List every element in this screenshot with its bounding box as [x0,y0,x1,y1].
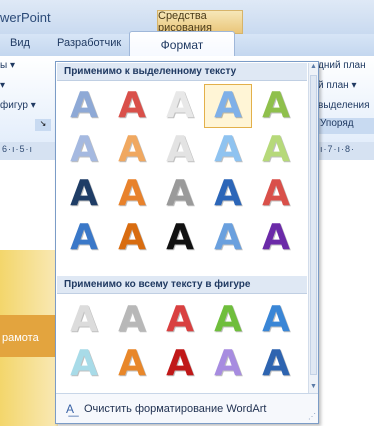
wordart-sample-glyph: A [214,85,242,126]
wordart-sample-glyph: A [70,299,98,340]
ribbon-left-item-3[interactable]: фигур ▾ [0,100,36,111]
wordart-sample-glyph: A [214,217,242,258]
wordart-style-swatch[interactable]: A [204,216,252,260]
scroll-down-icon[interactable]: ▼ [309,383,318,393]
wordart-sample-glyph: A [118,343,146,384]
wordart-style-swatch[interactable]: A [60,172,108,216]
wordart-grid-all-text: AAAAAAAAAA [60,298,300,386]
wordart-style-swatch[interactable]: A [252,298,300,342]
wordart-style-swatch[interactable]: A [108,216,156,260]
wordart-sample-glyph: A [118,173,146,214]
ribbon-right-item-3[interactable]: выделения [318,100,369,111]
wordart-style-swatch[interactable]: A [204,298,252,342]
tab-developer[interactable]: Разработчик [57,37,121,49]
clear-wordart-formatting-button[interactable]: A͟ Очистить форматирование WordArt [60,398,310,419]
wordart-sample-glyph: A [262,343,290,384]
ribbon-right-item-2[interactable]: й план ▾ [318,80,357,91]
wordart-style-swatch[interactable]: A [204,172,252,216]
gallery-scrollbar[interactable]: ▲ ▼ [308,63,318,393]
wordart-sample-glyph: A [70,173,98,214]
wordart-style-swatch[interactable]: A [204,84,252,128]
wordart-sample-glyph: A [70,217,98,258]
wordart-sample-glyph: A [166,343,194,384]
wordart-sample-glyph: A [118,217,146,258]
wordart-sample-glyph: A [70,343,98,384]
wordart-sample-glyph: A [214,299,242,340]
wordart-sample-glyph: A [166,299,194,340]
gallery-footer: A͟ Очистить форматирование WordArt ⋰ [56,393,318,423]
tab-view[interactable]: Вид [10,37,30,49]
app-title: werPoint [0,10,51,25]
scroll-thumb[interactable] [310,75,317,375]
wordart-style-swatch[interactable]: A [108,172,156,216]
wordart-styles-gallery: Применимо к выделенному тексту AAAAAAAAA… [55,61,319,424]
clear-format-icon: A͟ [65,401,74,416]
wordart-sample-glyph: A [214,343,242,384]
wordart-sample-glyph: A [166,85,194,126]
dialog-launcher-icon[interactable]: ↘ [35,119,51,131]
wordart-style-swatch[interactable]: A [252,172,300,216]
wordart-sample-glyph: A [70,85,98,126]
wordart-sample-glyph: A [262,299,290,340]
wordart-style-swatch[interactable]: A [156,128,204,172]
wordart-style-swatch[interactable]: A [108,128,156,172]
wordart-style-swatch[interactable]: A [60,84,108,128]
ribbon-left-item-2[interactable]: ▾ [0,80,5,91]
title-bar: werPoint Средства рисования [0,0,374,34]
wordart-style-swatch[interactable]: A [60,342,108,386]
wordart-sample-glyph: A [70,129,98,170]
wordart-sample-glyph: A [118,129,146,170]
wordart-sample-glyph: A [118,299,146,340]
group-caption-arrange: Упоряд [316,118,374,134]
wordart-style-swatch[interactable]: A [252,216,300,260]
wordart-sample-glyph: A [118,85,146,126]
wordart-style-swatch[interactable]: A [60,216,108,260]
wordart-sample-glyph: A [166,173,194,214]
ruler-left-ticks: 6·ı·5·ı [2,144,34,154]
wordart-sample-glyph: A [262,173,290,214]
ribbon-right-item-1[interactable]: дний план [318,60,366,71]
wordart-style-swatch[interactable]: A [108,84,156,128]
wordart-sample-glyph: A [214,173,242,214]
wordart-sample-glyph: A [262,217,290,258]
clear-wordart-label: Очистить форматирование WordArt [84,402,267,415]
resize-grip-icon[interactable]: ⋰ [308,412,316,421]
wordart-style-swatch[interactable]: A [252,342,300,386]
section-header-all-text: Применимо ко всему тексту в фигуре [57,276,307,294]
wordart-style-swatch[interactable]: A [252,84,300,128]
tab-format[interactable]: Формат [129,31,235,57]
wordart-style-swatch[interactable]: A [156,342,204,386]
scroll-up-icon[interactable]: ▲ [309,63,318,73]
wordart-style-swatch[interactable]: A [60,298,108,342]
ribbon-left-item-1[interactable]: ы ▾ [0,60,15,71]
wordart-style-swatch[interactable]: A [204,342,252,386]
wordart-style-swatch[interactable]: A [156,298,204,342]
wordart-sample-glyph: A [262,129,290,170]
wordart-style-swatch[interactable]: A [156,172,204,216]
section-header-selected-text: Применимо к выделенному тексту [57,63,307,81]
wordart-sample-glyph: A [166,129,194,170]
wordart-style-swatch[interactable]: A [108,298,156,342]
group-caption-label: Упоряд [320,118,354,129]
wordart-style-swatch[interactable]: A [252,128,300,172]
wordart-sample-glyph: A [262,85,290,126]
wordart-style-swatch[interactable]: A [156,216,204,260]
ruler-right-ticks: ı·7·ı·8· [320,144,355,154]
wordart-style-swatch[interactable]: A [60,128,108,172]
wordart-style-swatch[interactable]: A [156,84,204,128]
wordart-sample-glyph: A [214,129,242,170]
wordart-style-swatch[interactable]: A [204,128,252,172]
wordart-sample-glyph: A [166,217,194,258]
wordart-grid-selected-text: AAAAAAAAAAAAAAAAAAAA [60,84,300,260]
wordart-style-swatch[interactable]: A [108,342,156,386]
tab-format-label: Формат [160,38,204,52]
slide-text: рамота [2,332,39,344]
